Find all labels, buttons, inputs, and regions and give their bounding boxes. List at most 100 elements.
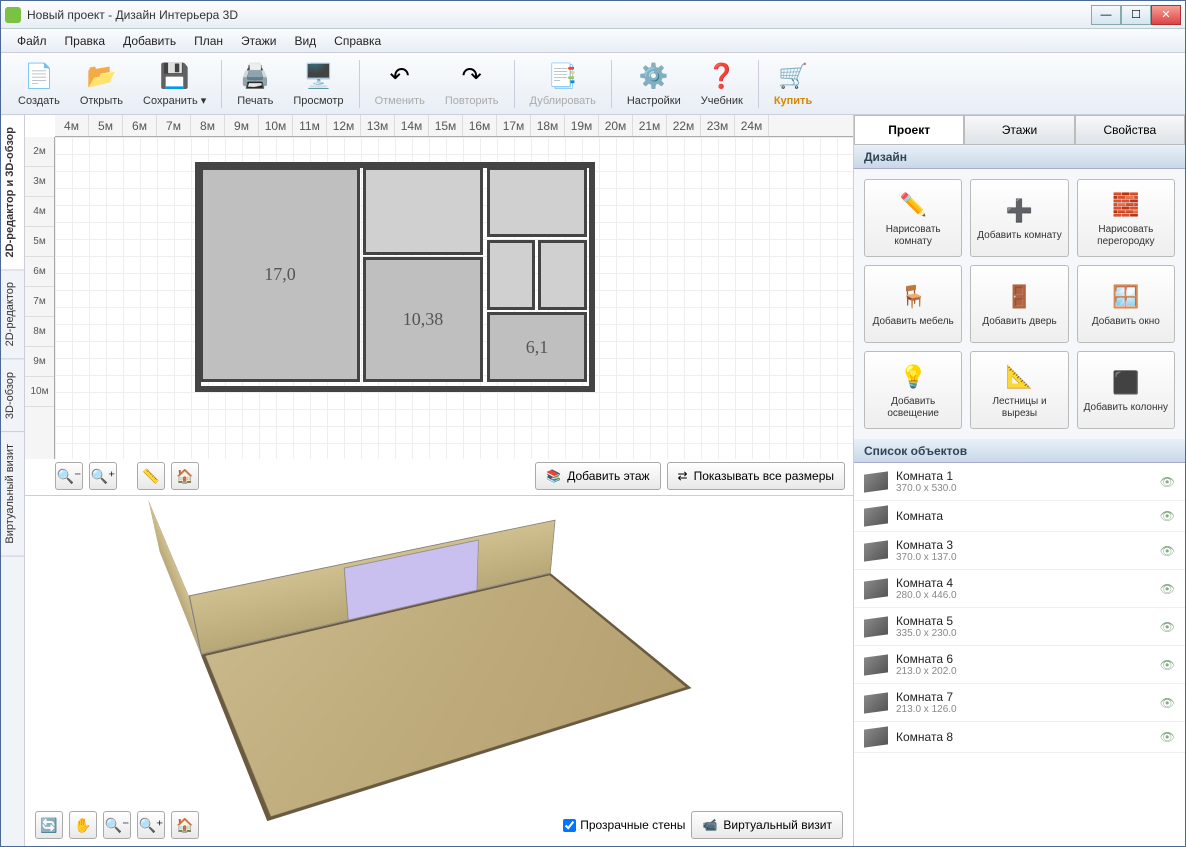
show-dimensions-button[interactable]: ⇄Показывать все размеры — [667, 462, 845, 490]
menu-Добавить[interactable]: Добавить — [115, 31, 184, 51]
duplicate-button: 📑Дублировать — [521, 56, 605, 112]
save-button[interactable]: 💾Сохранить ▾ — [134, 55, 215, 112]
design-Добавить-освещение[interactable]: 💡Добавить освещение — [864, 351, 962, 429]
ruler-tick: 21м — [633, 115, 667, 136]
zoom-out-button[interactable]: 🔍⁻ — [55, 462, 83, 490]
rtab-Проект[interactable]: Проект — [854, 115, 964, 144]
buy-icon: 🛒 — [777, 61, 809, 93]
menu-Вид[interactable]: Вид — [286, 31, 324, 51]
redo-label: Повторить — [445, 95, 499, 107]
plan-2d-view[interactable]: 4м5м6м7м8м9м10м11м12м13м14м15м16м17м18м1… — [25, 115, 853, 496]
ruler-tick: 7м — [25, 287, 54, 317]
object-item[interactable]: Комната 6213.0 x 202.0👁 — [854, 646, 1185, 684]
room-midright-b[interactable] — [538, 240, 587, 310]
print-label: Печать — [237, 95, 273, 107]
redo-button: ↷Повторить — [436, 56, 508, 112]
home-view-button[interactable]: 🏠 — [171, 462, 199, 490]
visibility-icon[interactable]: 👁 — [1160, 475, 1175, 489]
menu-Файл[interactable]: Файл — [9, 31, 55, 51]
open-button[interactable]: 📂Открыть — [71, 56, 132, 112]
buy-button[interactable]: 🛒Купить — [765, 56, 821, 112]
object-name: Комната 5 — [896, 614, 1152, 628]
visibility-icon[interactable]: 👁 — [1160, 509, 1175, 523]
room-large[interactable]: 17,0 — [200, 167, 360, 382]
visibility-icon[interactable]: 👁 — [1160, 730, 1175, 744]
design-Добавить-окно[interactable]: 🪟Добавить окно — [1077, 265, 1175, 343]
design-Лестницы-и-вырезы[interactable]: 📐Лестницы и вырезы — [970, 351, 1068, 429]
help-button[interactable]: ❓Учебник — [692, 56, 752, 112]
model-3d[interactable] — [201, 573, 692, 821]
ruler-tick: 16м — [463, 115, 497, 136]
preview-icon: 🖥️ — [302, 61, 334, 93]
room-small[interactable]: 6,1 — [487, 312, 587, 382]
object-item[interactable]: Комната 3370.0 x 137.0👁 — [854, 532, 1185, 570]
design-icon: 🪑 — [897, 281, 929, 313]
transparent-walls-input[interactable] — [563, 819, 576, 832]
rtab-Свойства[interactable]: Свойства — [1075, 115, 1185, 144]
maximize-button[interactable]: ☐ — [1121, 5, 1151, 25]
visibility-icon[interactable]: 👁 — [1160, 544, 1175, 558]
design-Нарисовать-комнату[interactable]: ✏️Нарисовать комнату — [864, 179, 962, 257]
ruler-tick: 24м — [735, 115, 769, 136]
visibility-icon[interactable]: 👁 — [1160, 582, 1175, 596]
design-Добавить-колонну[interactable]: ⬛Добавить колонну — [1077, 351, 1175, 429]
design-label: Нарисовать перегородку — [1082, 224, 1170, 248]
object-item[interactable]: Комната 7213.0 x 126.0👁 — [854, 684, 1185, 722]
object-item[interactable]: Комната 5335.0 x 230.0👁 — [854, 608, 1185, 646]
visibility-icon[interactable]: 👁 — [1160, 620, 1175, 634]
virtual-visit-button[interactable]: 📹Виртуальный визит — [691, 811, 843, 839]
transparent-walls-checkbox[interactable]: Прозрачные стены — [563, 818, 685, 832]
titlebar: Новый проект - Дизайн Интерьера 3D — ☐ ✕ — [1, 1, 1185, 29]
floorplan[interactable]: 17,0 10,38 6,1 — [195, 162, 595, 392]
settings-label: Настройки — [627, 95, 681, 107]
menu-Правка[interactable]: Правка — [57, 31, 114, 51]
room-small-top[interactable] — [363, 167, 483, 255]
design-Добавить-комнату[interactable]: ➕Добавить комнату — [970, 179, 1068, 257]
menu-Справка[interactable]: Справка — [326, 31, 389, 51]
pan-button[interactable]: ✋ — [69, 811, 97, 839]
visibility-icon[interactable]: 👁 — [1160, 658, 1175, 672]
zoom-in-3d-button[interactable]: 🔍⁺ — [137, 811, 165, 839]
object-item[interactable]: Комната 4280.0 x 446.0👁 — [854, 570, 1185, 608]
close-button[interactable]: ✕ — [1151, 5, 1181, 25]
room-topright[interactable] — [487, 167, 587, 237]
object-item[interactable]: Комната 1370.0 x 530.0👁 — [854, 463, 1185, 501]
rotate-360-button[interactable]: 🔄 — [35, 811, 63, 839]
object-item[interactable]: Комната👁 — [854, 501, 1185, 532]
view-3d-toolbar: 🔄 ✋ 🔍⁻ 🔍⁺ 🏠 Прозрачные стены 📹Виртуальны… — [35, 810, 843, 840]
room-icon — [864, 654, 888, 675]
vtab-0[interactable]: 2D-редактор и 3D-обзор — [1, 115, 24, 270]
vtab-2[interactable]: 3D-обзор — [1, 360, 24, 432]
room-midright-a[interactable] — [487, 240, 535, 310]
room-icon — [864, 616, 888, 637]
ruler-tick: 6м — [123, 115, 157, 136]
zoom-out-3d-button[interactable]: 🔍⁻ — [103, 811, 131, 839]
ruler-tick: 4м — [55, 115, 89, 136]
preview-button[interactable]: 🖥️Просмотр — [284, 56, 352, 112]
settings-button[interactable]: ⚙️Настройки — [618, 56, 690, 112]
design-icon: 🚪 — [1003, 281, 1035, 313]
ruler-horizontal: 4м5м6м7м8м9м10м11м12м13м14м15м16м17м18м1… — [55, 115, 853, 137]
home-3d-button[interactable]: 🏠 — [171, 811, 199, 839]
add-floor-button[interactable]: 📚Добавить этаж — [535, 462, 660, 490]
vtab-3[interactable]: Виртуальный визит — [1, 432, 24, 557]
design-Добавить-мебель[interactable]: 🪑Добавить мебель — [864, 265, 962, 343]
create-button[interactable]: 📄Создать — [9, 56, 69, 112]
view-3d[interactable]: 🔄 ✋ 🔍⁻ 🔍⁺ 🏠 Прозрачные стены 📹Виртуальны… — [25, 496, 853, 846]
design-Нарисовать-перегородку[interactable]: 🧱Нарисовать перегородку — [1077, 179, 1175, 257]
visibility-icon[interactable]: 👁 — [1160, 696, 1175, 710]
rtab-Этажи[interactable]: Этажи — [964, 115, 1074, 144]
zoom-in-button[interactable]: 🔍⁺ — [89, 462, 117, 490]
object-item[interactable]: Комната 8👁 — [854, 722, 1185, 753]
measure-button[interactable]: 📏 — [137, 462, 165, 490]
design-Добавить-дверь[interactable]: 🚪Добавить дверь — [970, 265, 1068, 343]
menu-Этажи[interactable]: Этажи — [233, 31, 284, 51]
vtab-1[interactable]: 2D-редактор — [1, 270, 24, 359]
menu-План[interactable]: План — [186, 31, 231, 51]
separator — [514, 60, 515, 108]
print-button[interactable]: 🖨️Печать — [228, 56, 282, 112]
object-list[interactable]: Комната 1370.0 x 530.0👁Комната👁Комната 3… — [854, 463, 1185, 846]
minimize-button[interactable]: — — [1091, 5, 1121, 25]
canvas-2d[interactable]: 17,0 10,38 6,1 — [55, 137, 853, 459]
room-medium[interactable]: 10,38 — [363, 257, 483, 382]
